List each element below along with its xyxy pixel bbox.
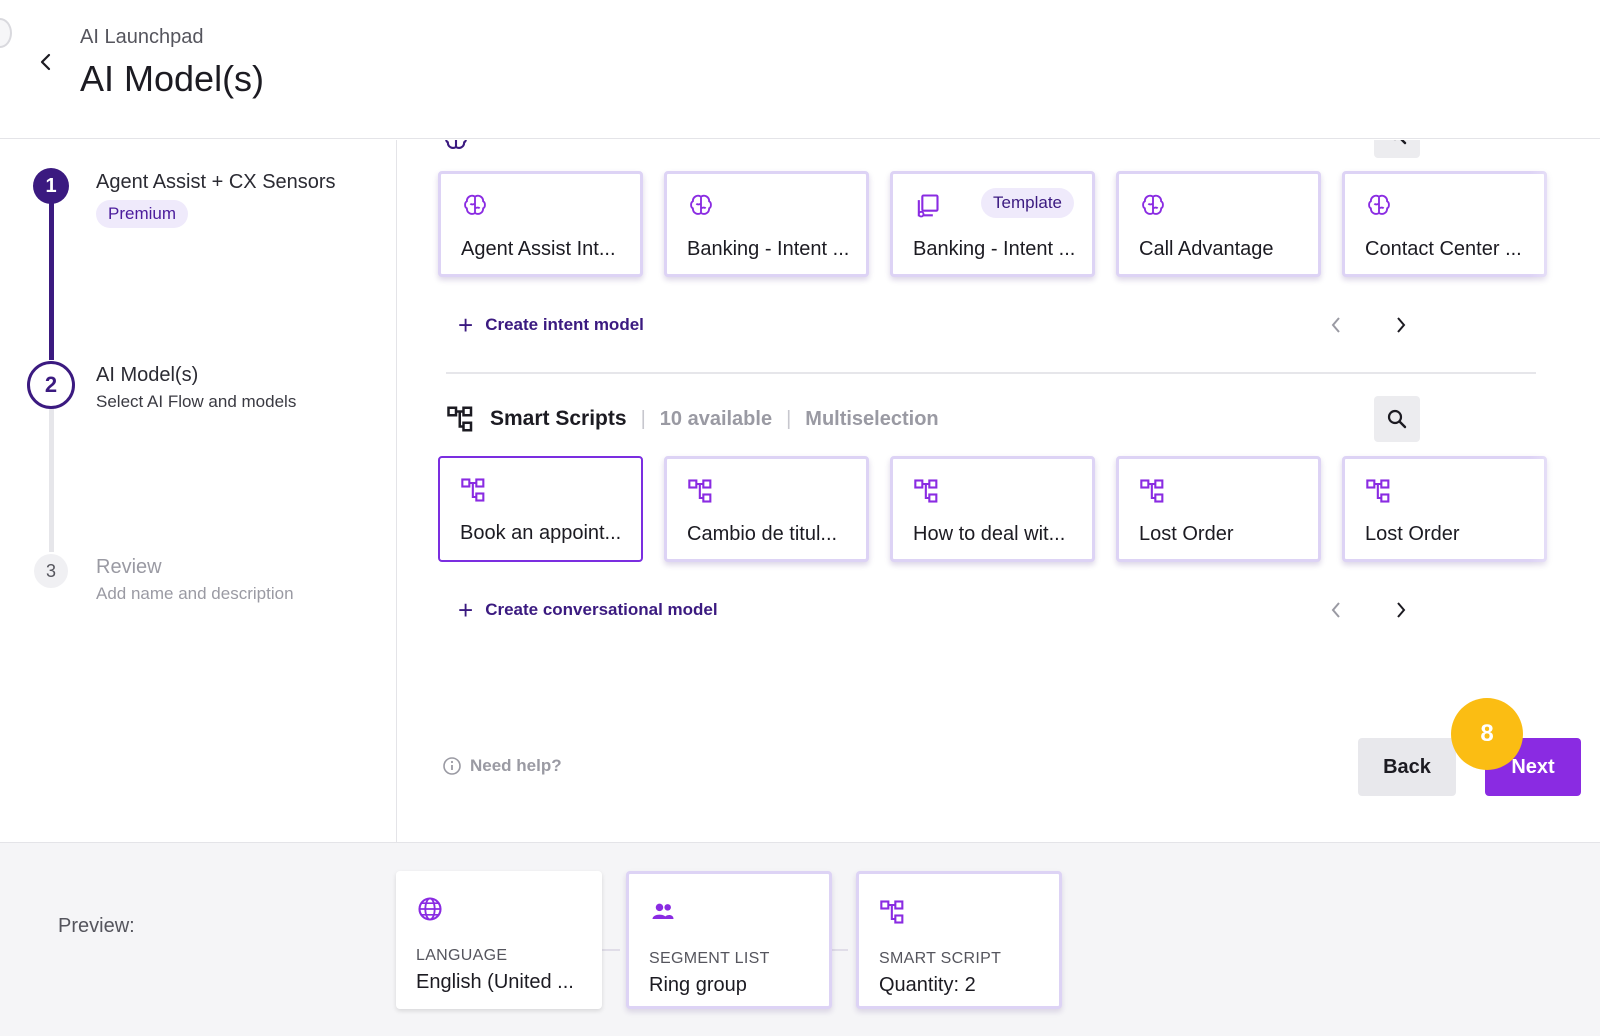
intent-card[interactable]: Contact Center ...: [1342, 171, 1547, 277]
intent-card-label: Banking - Intent ...: [913, 238, 1076, 260]
page-title: AI Model(s): [80, 58, 265, 99]
intent-prev-button[interactable]: [1321, 310, 1351, 340]
preview-language-card[interactable]: LANGUAGE English (United ...: [396, 871, 602, 1009]
brain-icon: [1142, 194, 1164, 215]
flow-icon: [1140, 479, 1164, 503]
intent-card-label: Call Advantage: [1139, 238, 1274, 260]
step-3-subtitle: Add name and description: [96, 584, 294, 603]
preview-smart-script-card[interactable]: SMART SCRIPT Quantity: 2: [856, 871, 1062, 1009]
step-3-circle[interactable]: 3: [34, 554, 68, 588]
flow-icon: [880, 900, 904, 924]
flow-icon: [447, 406, 473, 432]
brain-icon: [445, 140, 467, 149]
create-conversational-model-label: Create conversational model: [485, 600, 718, 619]
breadcrumb[interactable]: AI Launchpad: [80, 26, 203, 49]
create-intent-model-link[interactable]: + Create intent model: [458, 310, 644, 340]
preview-smart-script-caption: SMART SCRIPT: [879, 950, 1002, 967]
smart-scripts-count: 10 available: [659, 407, 773, 430]
flow-icon: [1366, 479, 1390, 503]
separator: |: [786, 407, 792, 430]
info-icon: [443, 757, 461, 775]
template-icon: [917, 194, 939, 218]
flow-icon: [461, 478, 485, 502]
globe-icon: [418, 897, 442, 921]
section-divider: [446, 372, 1536, 374]
smart-scripts-mode: Multiselection: [805, 407, 939, 430]
search-icon: [1393, 140, 1407, 145]
smart-scripts-header: Smart Scripts | 10 available | Multisele…: [446, 403, 939, 435]
template-badge: Template: [981, 188, 1074, 218]
step-3-title[interactable]: Review: [96, 556, 162, 579]
plus-icon: +: [458, 595, 474, 625]
create-intent-model-label: Create intent model: [485, 315, 644, 334]
preview-language-caption: LANGUAGE: [416, 947, 508, 964]
corner-circle: [0, 18, 12, 48]
smart-script-card-label: How to deal wit...: [913, 523, 1066, 545]
stepper-sidebar: 1 Agent Assist + CX Sensors Premium 2 AI…: [0, 140, 397, 842]
search-icon: [1387, 409, 1407, 429]
page-header: AI Launchpad AI Model(s): [0, 0, 1600, 139]
smart-script-card[interactable]: How to deal wit...: [890, 456, 1095, 562]
smart-script-card[interactable]: Book an appoint...: [438, 456, 643, 562]
intent-search-button[interactable]: [1374, 140, 1420, 158]
preview-segment-value: Ring group: [649, 974, 747, 996]
flow-icon: [688, 479, 712, 503]
brain-icon: [464, 194, 486, 215]
brain-icon: [1368, 194, 1390, 215]
brain-icon: [690, 194, 712, 215]
preview-label: Preview:: [58, 915, 135, 937]
intent-card[interactable]: Call Advantage: [1116, 171, 1321, 277]
preview-language-value: English (United ...: [416, 971, 574, 993]
preview-segment-card[interactable]: SEGMENT LIST Ring group: [626, 871, 832, 1009]
smart-script-card-label: Book an appoint...: [460, 522, 622, 544]
premium-badge: Premium: [96, 200, 189, 228]
people-icon: [652, 903, 674, 919]
smart-script-card-label: Cambio de titul...: [687, 523, 838, 545]
smart-scripts-title: Smart Scripts: [490, 407, 627, 430]
smart-script-card-label: Lost Order: [1365, 523, 1460, 545]
plus-icon: +: [458, 310, 474, 340]
preview-segment-caption: SEGMENT LIST: [649, 950, 770, 967]
intent-card-label: Agent Assist Int...: [461, 238, 616, 260]
intent-next-button[interactable]: [1386, 310, 1416, 340]
intent-card[interactable]: Template Banking - Intent ...: [890, 171, 1095, 277]
step-2-circle[interactable]: 2: [27, 361, 75, 409]
smart-script-card[interactable]: Cambio de titul...: [664, 456, 869, 562]
scripts-next-button[interactable]: [1386, 595, 1416, 625]
chevron-left-icon: [1331, 602, 1340, 618]
intent-card[interactable]: Agent Assist Int...: [438, 171, 643, 277]
step-marker-badge: 8: [1451, 698, 1523, 770]
preview-smart-script-value: Quantity: 2: [879, 974, 976, 996]
intent-card-label: Contact Center ...: [1365, 238, 1522, 260]
separator: |: [640, 407, 646, 430]
step-2-subtitle: Select AI Flow and models: [96, 392, 297, 411]
back-arrow-icon[interactable]: [34, 50, 58, 74]
chevron-left-icon: [1331, 317, 1340, 333]
smart-script-card[interactable]: Lost Order: [1342, 456, 1547, 562]
smart-script-card-label: Lost Order: [1139, 523, 1234, 545]
chevron-right-icon: [1397, 317, 1406, 333]
step-2-title[interactable]: AI Model(s): [96, 364, 198, 387]
smart-script-card[interactable]: Lost Order: [1116, 456, 1321, 562]
need-help-label: Need help?: [470, 756, 562, 775]
create-conversational-model-link[interactable]: + Create conversational model: [458, 595, 718, 625]
need-help-link[interactable]: Need help?: [442, 756, 562, 776]
step-1-circle[interactable]: 1: [33, 168, 69, 204]
intent-card[interactable]: Banking - Intent ...: [664, 171, 869, 277]
intent-card-label: Banking - Intent ...: [687, 238, 850, 260]
step-connector-pending: [49, 402, 54, 552]
scripts-prev-button[interactable]: [1321, 595, 1351, 625]
step-connector-completed: [49, 200, 54, 360]
chevron-right-icon: [1397, 602, 1406, 618]
smart-scripts-search-button[interactable]: [1374, 396, 1420, 442]
back-button[interactable]: Back: [1358, 738, 1456, 796]
flow-icon: [914, 479, 938, 503]
main-content: Agent Assist Int... Banking - Intent ...…: [398, 140, 1600, 842]
preview-bar: Preview: LANGUAGE English (United ... SE…: [0, 842, 1600, 1036]
step-1-title[interactable]: Agent Assist + CX Sensors: [96, 171, 336, 194]
